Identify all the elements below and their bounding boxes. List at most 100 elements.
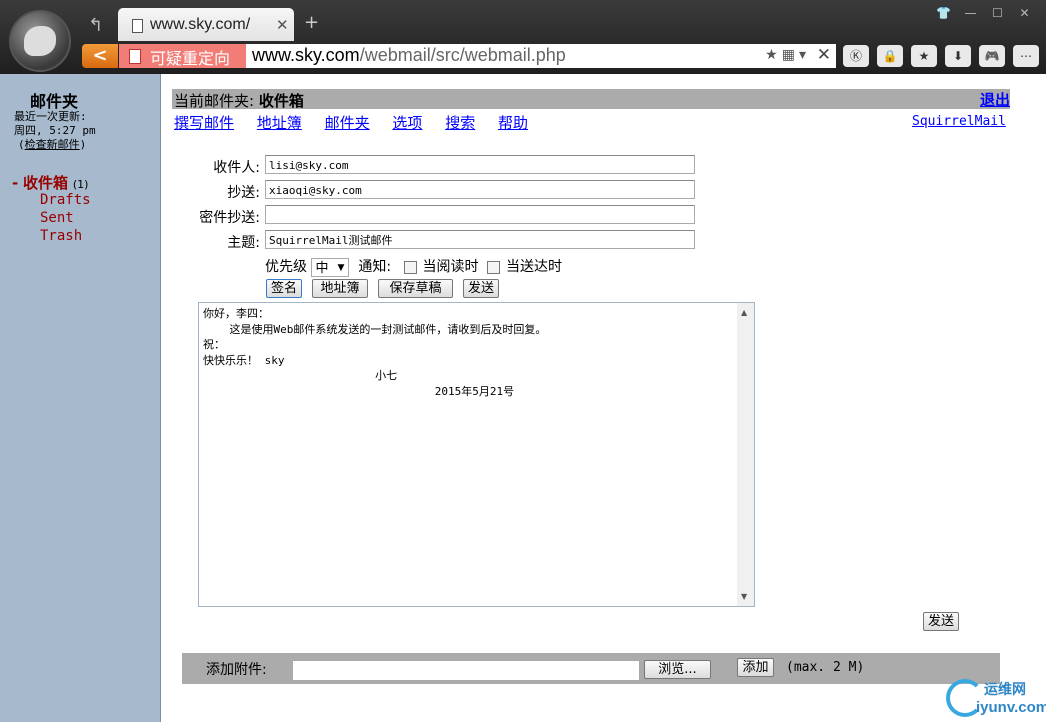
- send-button-top[interactable]: 发送: [463, 279, 499, 298]
- menu-help[interactable]: 帮助: [498, 114, 528, 132]
- body-scrollbar[interactable]: ▲ ▼: [737, 303, 754, 606]
- logo-mark: [24, 26, 56, 56]
- paren-close: ): [79, 138, 87, 151]
- cc-row: 抄送: xiaoqi@sky.com: [172, 180, 702, 202]
- clear-url-icon[interactable]: ✕: [817, 45, 831, 65]
- last-update-time: 周四, 5:27 pm: [14, 124, 96, 137]
- priority-select[interactable]: 中 ▼: [311, 257, 350, 277]
- save-draft-button[interactable]: 保存草稿: [378, 279, 453, 298]
- new-tab-icon[interactable]: +: [304, 12, 319, 33]
- menu-addressbook[interactable]: 地址簿: [257, 114, 302, 132]
- undo-close-tab-icon[interactable]: ↰: [88, 15, 103, 36]
- bcc-label: 密件抄送:: [199, 210, 260, 226]
- message-body-text[interactable]: 你好，李四： 这是使用Web邮件系统发送的一封测试邮件，请收到后及时回复。 祝：…: [203, 306, 546, 399]
- bcc-input[interactable]: [265, 205, 695, 224]
- inbox-label[interactable]: 收件箱: [23, 174, 68, 192]
- warning-label: 可疑重定向: [150, 49, 231, 68]
- add-attachment-button[interactable]: 添加: [737, 658, 774, 677]
- addressbook-button[interactable]: 地址簿: [312, 279, 368, 298]
- to-label: 收件人:: [213, 160, 260, 176]
- delivery-receipt-checkbox[interactable]: [486, 260, 500, 274]
- skin-icon[interactable]: 👕: [930, 4, 957, 22]
- url-path: /webmail/src/webmail.php: [359, 45, 566, 65]
- chevron-down-icon: ▼: [337, 262, 345, 273]
- logout-link[interactable]: 退出: [980, 89, 1010, 110]
- notify-label: 通知:: [358, 259, 392, 275]
- priority-value: 中: [315, 260, 329, 276]
- subject-row: 主题: SquirrelMail测试邮件: [172, 230, 702, 252]
- message-body-textarea[interactable]: 你好，李四： 这是使用Web邮件系统发送的一封测试邮件，请收到后及时回复。 祝：…: [198, 302, 755, 607]
- read-receipt-checkbox[interactable]: [403, 260, 417, 274]
- attachment-bar: 添加附件: 浏览... 添加 (max. 2 M): [182, 653, 1000, 684]
- subject-input[interactable]: SquirrelMail测试邮件: [265, 230, 695, 249]
- dropdown-arrow-icon[interactable]: ▾: [799, 47, 810, 63]
- browse-button[interactable]: 浏览...: [644, 660, 711, 679]
- warning-document-icon: [129, 49, 141, 64]
- star-bookmark-icon[interactable]: ★: [911, 45, 937, 67]
- scroll-down-icon[interactable]: ▼: [741, 592, 747, 601]
- collapse-toggle[interactable]: -: [12, 174, 18, 192]
- watermark: 运维网 iyunv.com: [940, 677, 1046, 722]
- attachment-file-input[interactable]: [292, 660, 640, 681]
- menu-more-icon[interactable]: ⋯: [1013, 45, 1039, 67]
- current-folder-name: 收件箱: [258, 92, 304, 110]
- menu-compose[interactable]: 撰写邮件: [174, 114, 234, 132]
- close-window-icon[interactable]: ✕: [1011, 4, 1038, 22]
- close-tab-icon[interactable]: ✕: [276, 16, 289, 34]
- url-tools[interactable]: ★▦▾: [765, 47, 810, 63]
- download-icon[interactable]: ⬇: [945, 45, 971, 67]
- inbox-count: (1): [72, 178, 89, 191]
- folder-sidebar: 邮件夹 最近一次更新: 周四, 5:27 pm (检查新邮件) - 收件箱 (1…: [0, 74, 161, 722]
- address-bar[interactable]: www.sky.com/webmail/src/webmail.php ★▦▾ …: [246, 44, 836, 68]
- url-text[interactable]: www.sky.com/webmail/src/webmail.php: [252, 45, 566, 66]
- to-row: 收件人: lisi@sky.com: [172, 155, 702, 177]
- attachment-label: 添加附件:: [206, 662, 267, 678]
- check-new-mail-link[interactable]: 检查新邮件: [25, 138, 80, 151]
- main-menu: 撰写邮件 地址簿 邮件夹 选项 搜索 帮助: [174, 112, 546, 133]
- lock-icon[interactable]: 🔒: [877, 45, 903, 67]
- url-host: www.sky.com: [252, 45, 360, 65]
- scroll-up-icon[interactable]: ▲: [741, 308, 747, 317]
- sidebar-item-inbox[interactable]: - 收件箱 (1): [12, 172, 88, 193]
- sidebar-item-sent[interactable]: Sent: [40, 210, 74, 226]
- qr-code-icon[interactable]: ▦: [782, 47, 799, 63]
- watermark-en: iyunv.com: [976, 699, 1046, 716]
- redirect-warning[interactable]: 可疑重定向: [119, 44, 246, 68]
- k-extension-icon[interactable]: Ⓚ: [843, 45, 869, 67]
- browser-chrome: ↰ www.sky.com/ ✕ + 👕 — ☐ ✕ < 可疑重定向 www.s…: [0, 0, 1046, 74]
- minimize-icon[interactable]: —: [957, 4, 984, 22]
- options-row: 优先级 中 ▼ 通知: 当阅读时 当送达时: [265, 256, 562, 277]
- signature-button[interactable]: 签名: [266, 279, 302, 298]
- priority-label: 优先级: [265, 259, 307, 275]
- current-folder-label: 当前邮件夹:: [174, 92, 255, 110]
- menu-search[interactable]: 搜索: [445, 114, 475, 132]
- cc-label: 抄送:: [227, 185, 260, 201]
- browser-tab[interactable]: www.sky.com/ ✕: [118, 8, 294, 41]
- read-receipt-label: 当阅读时: [422, 259, 479, 275]
- favorite-star-icon[interactable]: ★: [765, 47, 782, 63]
- maximize-icon[interactable]: ☐: [984, 4, 1011, 22]
- document-icon: [132, 19, 143, 33]
- cc-input[interactable]: xiaoqi@sky.com: [265, 180, 695, 199]
- menu-folders[interactable]: 邮件夹: [325, 114, 370, 132]
- back-button[interactable]: <: [82, 44, 118, 68]
- menu-options[interactable]: 选项: [392, 114, 422, 132]
- folder-header: 当前邮件夹: 收件箱 退出: [172, 89, 1010, 111]
- sidebar-item-drafts[interactable]: Drafts: [40, 192, 91, 208]
- window-controls: 👕 — ☐ ✕: [930, 4, 1038, 22]
- sidebar-item-trash[interactable]: Trash: [40, 228, 82, 244]
- last-update-label: 最近一次更新:: [14, 110, 87, 123]
- max-size-label: (max. 2 M): [786, 660, 865, 675]
- current-folder: 当前邮件夹: 收件箱: [174, 90, 304, 111]
- delivery-receipt-label: 当送达时: [505, 259, 562, 275]
- gamepad-icon[interactable]: 🎮: [979, 45, 1005, 67]
- bcc-row: 密件抄送:: [172, 205, 702, 227]
- send-button-bottom[interactable]: 发送: [923, 612, 959, 631]
- to-input[interactable]: lisi@sky.com: [265, 155, 695, 174]
- paren-open: (: [18, 138, 25, 151]
- subject-label: 主题:: [227, 235, 260, 251]
- browser-logo-icon[interactable]: [9, 10, 71, 72]
- tab-title: www.sky.com/: [150, 16, 251, 33]
- squirrelmail-link[interactable]: SquirrelMail: [912, 114, 1006, 129]
- sidebar-title: 邮件夹: [30, 92, 79, 111]
